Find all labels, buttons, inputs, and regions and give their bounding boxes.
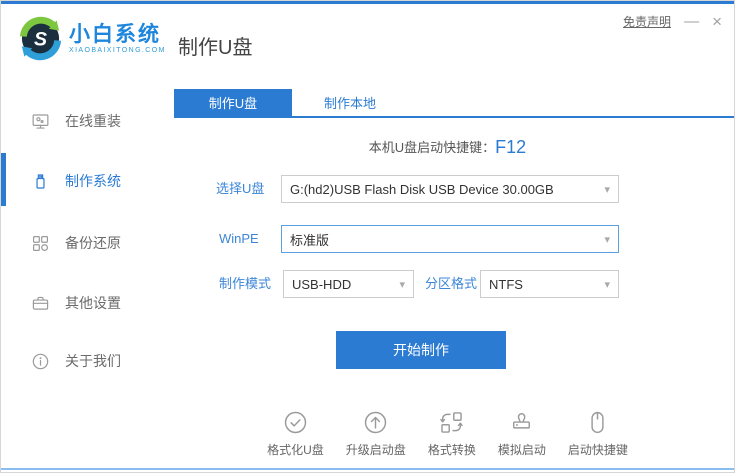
make-mode-value: USB-HDD (292, 276, 352, 292)
winpe-label: WinPE (219, 231, 259, 246)
format-usb-icon (284, 411, 307, 434)
titlebar: 免责声明 — × (623, 13, 722, 30)
online-reinstall-icon (32, 113, 49, 129)
tool-boot-hotkey[interactable]: 启动快捷键 (568, 409, 628, 458)
logo-subtitle: XIAOBAIXITONG.COM (69, 47, 166, 54)
backup-restore-icon (32, 235, 49, 251)
upgrade-boot-disk-icon (365, 411, 387, 434)
tab-make-usb[interactable]: 制作U盘 (174, 89, 292, 116)
disclaimer-link[interactable]: 免责声明 (623, 13, 671, 30)
logo-icon: S (19, 16, 62, 61)
sidebar-item-label: 制作系统 (65, 173, 121, 189)
boot-hotkey-value: F12 (495, 137, 527, 157)
start-make-button[interactable]: 开始制作 (336, 331, 506, 369)
make-mode-label: 制作模式 (219, 276, 272, 291)
sidebar-item-online-reinstall[interactable]: 在线重装 (31, 109, 121, 133)
sidebar-item-make-system[interactable]: 制作系统 (31, 169, 121, 193)
tool-format-convert[interactable]: 格式转换 (428, 409, 476, 458)
logo-title: 小白系统 (69, 23, 161, 46)
sidebar-item-other-settings[interactable]: 其他设置 (31, 291, 121, 315)
partition-format-value: NTFS (489, 276, 523, 292)
app-window: 免责声明 — × S 小白系统 XIAOBAIXITONG.COM 制作U盘 在… (0, 0, 735, 473)
chevron-down-icon: ▾ (399, 278, 405, 291)
sidebar-item-backup-restore[interactable]: 备份还原 (31, 231, 121, 255)
tool-label: 启动快捷键 (567, 443, 628, 457)
sidebar-item-label: 在线重装 (65, 113, 121, 129)
format-convert-icon (440, 412, 464, 433)
usb-make-icon (36, 173, 45, 189)
usb-select-value: G:(hd2)USB Flash Disk USB Device 30.00GB (290, 181, 554, 197)
minimize-icon[interactable]: — (684, 14, 699, 29)
simulate-boot-icon (513, 413, 531, 429)
make-mode-select[interactable]: USB-HDD ▾ (283, 270, 414, 298)
bottom-accent-line (1, 468, 734, 470)
partition-format-select[interactable]: NTFS ▾ (480, 270, 619, 298)
logo-text: 小白系统 XIAOBAIXITONG.COM (69, 23, 166, 54)
tool-format-usb[interactable]: 格式化U盘 (267, 409, 324, 458)
bottom-toolbar: 格式化U盘 升级启动盘 格式转换 模拟启动 启动快捷键 (174, 409, 721, 458)
svg-text:S: S (34, 28, 47, 50)
partition-format-label: 分区格式 (425, 276, 478, 291)
chevron-down-icon: ▾ (604, 183, 610, 196)
sidebar-item-label: 关于我们 (65, 353, 121, 369)
close-icon[interactable]: × (712, 13, 722, 30)
tool-label: 格式化U盘 (267, 443, 324, 457)
about-us-icon (32, 353, 49, 369)
other-settings-icon (32, 296, 49, 310)
tool-label: 模拟启动 (497, 443, 546, 457)
usb-select[interactable]: G:(hd2)USB Flash Disk USB Device 30.00GB… (281, 175, 619, 203)
tab-make-local[interactable]: 制作本地 (292, 89, 408, 116)
page-title: 制作U盘 (178, 37, 253, 59)
sidebar-item-about-us[interactable]: 关于我们 (31, 349, 121, 373)
tool-label: 格式转换 (427, 443, 476, 457)
app-logo: S 小白系统 XIAOBAIXITONG.COM (17, 15, 166, 62)
tab-underline (174, 116, 734, 118)
chevron-down-icon: ▾ (604, 233, 610, 246)
winpe-select-value: 标准版 (290, 232, 330, 248)
select-usb-label: 选择U盘 (216, 181, 265, 196)
top-accent-line (1, 1, 734, 4)
sidebar-item-label: 其他设置 (65, 295, 121, 311)
tool-upgrade-boot-disk[interactable]: 升级启动盘 (346, 409, 406, 458)
boot-hotkey-label: 本机U盘启动快捷键： (368, 140, 496, 155)
boot-hotkey-info: 本机U盘启动快捷键：F12 (174, 137, 721, 158)
tool-label: 升级启动盘 (345, 443, 406, 457)
chevron-down-icon: ▾ (604, 278, 610, 291)
sidebar-active-indicator (1, 153, 6, 206)
boot-hotkey-icon (591, 411, 604, 434)
sidebar-item-label: 备份还原 (65, 235, 121, 251)
winpe-select[interactable]: 标准版 ▾ (281, 225, 619, 253)
tool-simulate-boot[interactable]: 模拟启动 (498, 409, 546, 458)
